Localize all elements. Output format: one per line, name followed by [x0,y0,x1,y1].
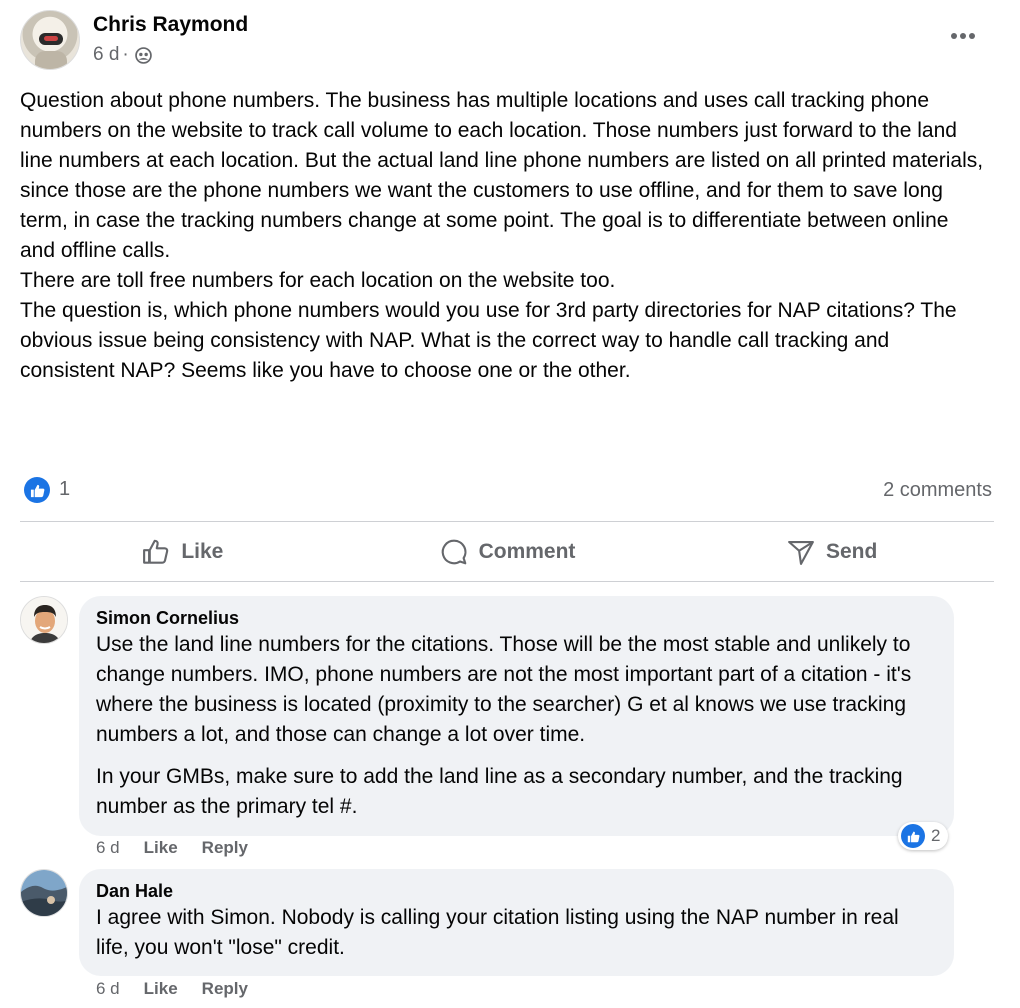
avatar-figure [35,51,67,69]
more-horizontal-icon [951,33,957,39]
author-avatar[interactable] [20,10,80,70]
comment-actions: 6 d Like Reply [96,838,248,858]
comments-count-link[interactable]: 2 comments [883,479,992,502]
comment-text: Use the land line numbers for the citati… [96,633,912,746]
comment-bubble: Dan Hale I agree with Simon. Nobody is c… [79,869,954,976]
group-icon [134,46,152,64]
commenter-avatar[interactable] [20,596,68,644]
post-meta: 6 d · [93,44,152,66]
post-time[interactable]: 6 d [93,44,119,66]
commenter-avatar[interactable] [20,869,68,917]
commenter-name[interactable]: Simon Cornelius [96,606,937,630]
author-name[interactable]: Chris Raymond [93,13,248,37]
more-options-button[interactable] [946,24,980,48]
comment-label: Comment [478,540,576,563]
divider [20,581,994,582]
avatar-illustration [21,597,67,643]
post-paragraph: Question about phone numbers. The busine… [20,89,984,262]
comment-button[interactable]: Comment [345,522,670,582]
comment-reaction-count: 2 [931,826,941,845]
comment-text: In your GMBs, make sure to add the land … [96,765,903,818]
reactions-summary: 1 2 comments [22,474,992,506]
send-icon [788,540,814,565]
like-label: Like [181,540,224,563]
comment-text: I agree with Simon. Nobody is calling yo… [96,906,899,959]
send-label: Send [826,540,878,563]
avatar-visor [39,33,63,45]
comment-reply-button[interactable]: Reply [202,979,248,999]
comment-time[interactable]: 6 d [96,838,120,858]
avatar-photo [21,870,67,916]
reaction-count[interactable]: 1 [59,478,70,501]
like-reaction-icon[interactable] [24,477,50,503]
post-text: Question about phone numbers. The busine… [20,86,985,386]
like-button[interactable]: Like [20,522,345,582]
comment-reaction-badge[interactable]: 2 [898,822,949,850]
like-reaction-icon [901,824,925,848]
comment-bubble: Simon Cornelius Use the land line number… [79,596,954,836]
comment-like-button[interactable]: Like [144,979,178,999]
comment-actions: 6 d Like Reply [96,979,248,999]
commenter-name[interactable]: Dan Hale [96,879,937,903]
post-actions: Like Comment Send [20,522,994,582]
post-paragraph: There are toll free numbers for each loc… [20,269,616,292]
thumbs-up-icon [143,539,169,564]
more-dot [960,33,966,39]
comment-like-button[interactable]: Like [144,838,178,858]
meta-separator: · [122,44,129,65]
more-dot [969,33,975,39]
send-button[interactable]: Send [669,522,994,582]
comment-bubble-icon [441,539,467,565]
post-header: Chris Raymond 6 d · [20,10,1000,72]
comment-reply-button[interactable]: Reply [202,838,248,858]
comment-time[interactable]: 6 d [96,979,120,999]
post-paragraph: The question is, which phone numbers wou… [20,299,957,382]
